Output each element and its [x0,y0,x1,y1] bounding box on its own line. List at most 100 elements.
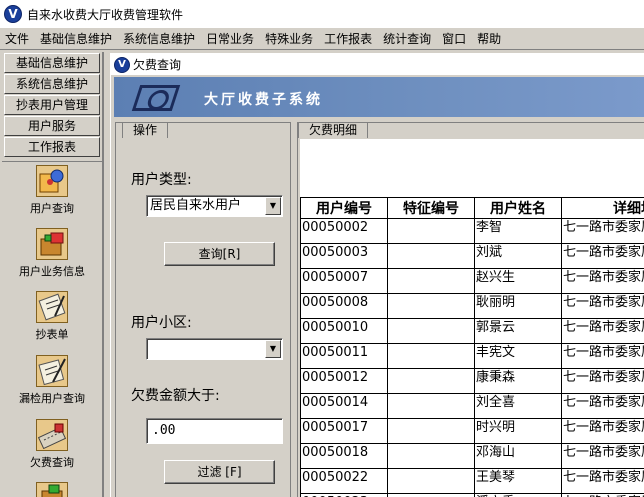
user-type-value: 居民自来水用户 [150,198,242,213]
chevron-down-icon[interactable]: ▼ [265,197,281,215]
table-row[interactable]: 00050012 康秉森七一路市委家属院 [300,368,644,394]
app-title: 自来水收费大厅收费管理软件 [27,7,184,22]
cell-user-name: 耿丽明 [474,293,562,319]
cell-address: 七一路市委家属院 [561,218,644,244]
menu-help[interactable]: 帮助 [472,30,507,47]
table-row[interactable]: 00050002 李智七一路市委家属院 [300,218,644,244]
arrears-query-icon [36,419,68,451]
left-nav-panel: 基础信息维护 系统信息维护 抄表用户管理 用户服务 工作报表 用户查询 用户业务… [2,52,104,497]
table-row[interactable]: 00050003 刘斌七一路市委家属院 [300,243,644,269]
nav-item-more[interactable] [2,482,102,497]
table-row[interactable]: 00050023 潘立秀七一路市委家属院 [300,493,644,497]
col-user-name[interactable]: 用户姓名 [474,197,562,219]
table-row[interactable]: 00050018 邓海山七一路市委家属院 [300,443,644,469]
cell-user-id: 00050008 [300,293,388,319]
nav-item-arrears-query[interactable]: 欠费查询 [2,419,102,470]
arrears-table: 用户编号 特征编号 用户姓名 详细地址 00050002李智七一路市委家属院00… [300,197,644,497]
cell-user-id: 00050018 [300,443,388,469]
cell-user-id: 00050011 [300,343,388,369]
child-titlebar: V 欠费查询 [111,54,644,75]
app-logo-icon: V [4,5,22,23]
menu-file[interactable]: 文件 [0,30,35,47]
col-feature-id[interactable]: 特征编号 [387,197,475,219]
cell-feature-id [387,318,475,344]
nav-button-user-service[interactable]: 用户服务 [4,116,100,136]
menu-reports[interactable]: 工作报表 [319,30,378,47]
cell-feature-id [387,493,475,497]
cell-address: 七一路市委家属院 [561,393,644,419]
cell-feature-id [387,268,475,294]
nav-item-user-business[interactable]: 用户业务信息 [2,228,102,279]
chevron-down-icon[interactable]: ▼ [265,340,281,358]
table-row[interactable]: 00050011 丰宪文七一路市委家属院 [300,343,644,369]
cell-user-id: 00050002 [300,218,388,244]
arrears-detail-panel: 欠费明细 用户编号 特征编号 用户姓名 详细地址 00050002 李智七一路市委… [297,122,644,497]
amount-input[interactable]: .00 [146,418,283,444]
cell-user-name: 潘立秀 [474,493,562,497]
nav-item-missed-user[interactable]: 漏检用户查询 [2,355,102,406]
nav-item-list: 用户查询 用户业务信息 抄表单 漏检用户查询 欠费查询 [2,161,102,497]
cell-user-id: 00050010 [300,318,388,344]
nav-button-work-reports[interactable]: 工作报表 [4,137,100,157]
cell-user-name: 刘全喜 [474,393,562,419]
menu-basic-info[interactable]: 基础信息维护 [35,30,118,47]
cell-user-id: 00050017 [300,418,388,444]
cell-user-name: 刘斌 [474,243,562,269]
nav-button-meter-users[interactable]: 抄表用户管理 [4,95,100,115]
cell-user-id: 00050003 [300,243,388,269]
package-icon [36,482,68,497]
nav-item-meter-sheet[interactable]: 抄表单 [2,291,102,342]
cell-feature-id [387,468,475,494]
cell-feature-id [387,243,475,269]
col-address[interactable]: 详细地址 [561,197,644,219]
table-row[interactable]: 00050010 郭景云七一路市委家属院 [300,318,644,344]
cell-user-id: 00050022 [300,468,388,494]
operation-panel: 操作 用户类型: 居民自来水用户 ▼ 查询[R] 用户小区: ▼ 欠费金额大于:… [115,122,291,497]
cell-address: 七一路市委家属院 [561,493,644,497]
table-row[interactable]: 00050008 耿丽明七一路市委家属院 [300,293,644,319]
table-body: 00050002李智七一路市委家属院00050003刘斌七一路市委家属院0005… [300,218,644,497]
menu-system-info[interactable]: 系统信息维护 [118,30,201,47]
menu-daily-business[interactable]: 日常业务 [201,30,260,47]
cell-user-id: 00050014 [300,393,388,419]
missed-user-icon [36,355,68,387]
menu-window[interactable]: 窗口 [437,30,472,47]
cell-user-id: 00050012 [300,368,388,394]
user-type-select[interactable]: 居民自来水用户 ▼ [146,195,283,217]
community-label: 用户小区: [131,315,192,331]
cell-user-name: 李智 [474,218,562,244]
cell-user-name: 赵兴生 [474,268,562,294]
table-row[interactable]: 00050022 王美琴七一路市委家属院 [300,468,644,494]
table-row[interactable]: 00050017 时兴明七一路市委家属院 [300,418,644,444]
filter-button[interactable]: 过滤 [F] [164,460,275,484]
nav-button-basic-info[interactable]: 基础信息维护 [4,53,100,73]
query-button[interactable]: 查询[R] [164,242,275,266]
nav-item-label: 欠费查询 [30,456,74,469]
nav-item-label: 用户查询 [30,202,74,215]
col-user-id[interactable]: 用户编号 [300,197,388,219]
cell-user-name: 郭景云 [474,318,562,344]
cell-feature-id [387,393,475,419]
cell-user-name: 时兴明 [474,418,562,444]
cell-user-name: 邓海山 [474,443,562,469]
cell-address: 七一路市委家属院 [561,268,644,294]
menu-special-business[interactable]: 特殊业务 [260,30,319,47]
menu-statistics[interactable]: 统计查询 [378,30,437,47]
cell-address: 七一路市委家属院 [561,443,644,469]
operation-tab[interactable]: 操作 [122,122,169,138]
table-header-row: 用户编号 特征编号 用户姓名 详细地址 [300,197,644,219]
cell-feature-id [387,418,475,444]
nav-item-user-query[interactable]: 用户查询 [2,165,102,216]
cell-feature-id [387,293,475,319]
table-row[interactable]: 00050007 赵兴生七一路市委家属院 [300,268,644,294]
detail-tab[interactable]: 欠费明细 [298,122,369,138]
arrears-grid[interactable]: 用户编号 特征编号 用户姓名 详细地址 00050002李智七一路市委家属院00… [300,197,644,497]
cell-feature-id [387,343,475,369]
arrears-query-window: V 欠费查询 大厅收费子系统 操作 用户类型: 居民自来水用户 ▼ 查询[R] … [110,53,644,497]
cell-user-name: 王美琴 [474,468,562,494]
table-row[interactable]: 00050014 刘全喜七一路市委家属院 [300,393,644,419]
community-select[interactable]: ▼ [146,338,283,360]
nav-item-label: 抄表单 [35,328,69,341]
cell-feature-id [387,218,475,244]
nav-button-system-info[interactable]: 系统信息维护 [4,74,100,94]
